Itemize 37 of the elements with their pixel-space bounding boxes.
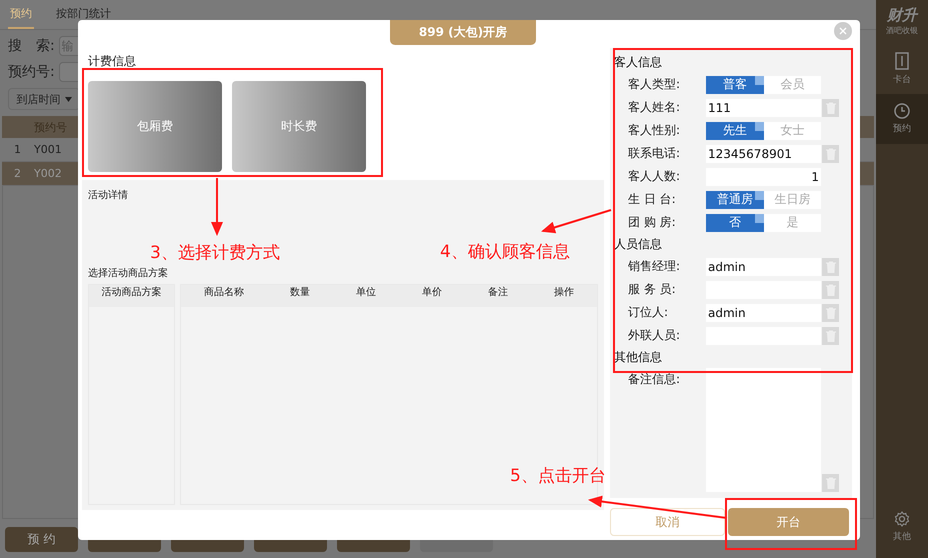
field-label: 联系电话: (627, 145, 682, 162)
field-label: 团 购 房: (627, 214, 677, 231)
field-label: 备注信息: (627, 371, 682, 388)
field-label: 客人类型: (627, 76, 682, 93)
column-header: 活动商品方案 (102, 286, 162, 299)
column-header: 数量 (290, 286, 310, 299)
field-label: 订位人: (627, 304, 670, 321)
annotation-text: 3、选择计费方式 (150, 245, 280, 262)
field-label: 销售经理: (627, 258, 682, 275)
section-heading: 其他信息 (614, 349, 663, 366)
field-label: 客人人数: (627, 168, 682, 185)
column-header: 备注 (488, 286, 508, 299)
logo: 财升 (887, 6, 917, 25)
column-header: 单位 (356, 286, 376, 299)
field-label: 客人姓名: (627, 99, 682, 116)
section-heading: 选择活动商品方案 (88, 266, 168, 280)
table-cell-text: 2 (13, 167, 22, 180)
reservation-number-label: 预约号: (8, 63, 55, 81)
table-cell-text: Y001 (33, 143, 63, 156)
field-label: 生 日 台: (627, 191, 677, 208)
dialog-title: 899 (大包)开房 (390, 20, 536, 45)
column-header: 单价 (422, 286, 442, 299)
search-label: 搜 索: (8, 37, 55, 55)
annotation-text: 5、点击开台 (510, 468, 606, 485)
section-heading: 活动详情 (88, 188, 128, 202)
table-cell-text: 1 (13, 143, 22, 156)
section-heading: 计费信息 (87, 53, 137, 70)
section-heading: 人员信息 (614, 236, 663, 253)
column-header: 操作 (554, 286, 574, 299)
column-header: 商品名称 (204, 286, 244, 299)
section-heading: 客人信息 (614, 54, 663, 71)
field-label: 客人性别: (627, 122, 682, 139)
logo-subtitle: 酒吧收银 (886, 25, 918, 36)
table-cell-text: Y002 (33, 167, 63, 180)
field-label: 服 务 员: (627, 281, 677, 298)
field-label: 外联人员: (627, 327, 682, 344)
annotation-text: 4、确认顾客信息 (440, 244, 570, 261)
